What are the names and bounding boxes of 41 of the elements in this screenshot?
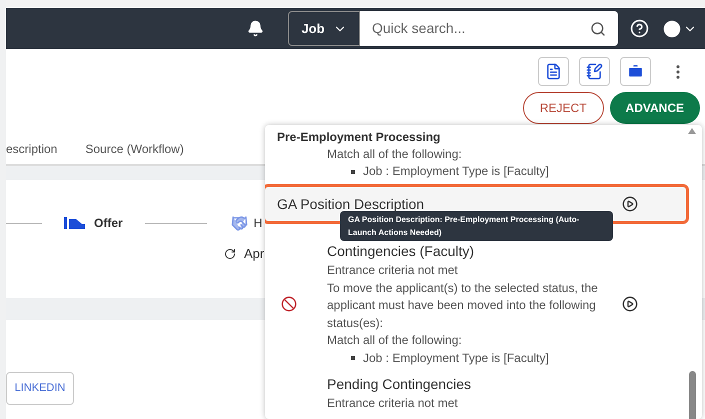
search-icon[interactable]	[590, 20, 606, 36]
briefcase-icon	[627, 63, 644, 80]
criteria-text: Job : Employment Type is [Faculty]	[363, 163, 549, 180]
search-input[interactable]: Quick search...	[372, 18, 590, 39]
tab[interactable]: Source (Workflow)	[85, 140, 184, 158]
reject-button[interactable]: REJECT	[522, 92, 604, 124]
document-icon	[545, 63, 562, 80]
linkedin-button[interactable]: LINKEDIN	[6, 372, 74, 405]
notification-bell-icon[interactable]	[247, 20, 264, 37]
criteria-text: Match all of the following:	[327, 146, 463, 163]
step-label: Offer	[94, 215, 123, 232]
date-text: Apr	[244, 245, 264, 264]
handshake-icon	[230, 214, 248, 232]
play-icon[interactable]	[622, 296, 638, 312]
status-title: GA Position Description	[277, 195, 426, 214]
section-heading: Pre-Employment Processing	[277, 129, 442, 146]
criteria-text: To move the applicant(s) to the selected status, the applicant must have been moved into the following status(es):	[327, 280, 599, 332]
search-scope-dropdown[interactable]: Job	[288, 11, 360, 46]
criteria-text: Job : Employment Type is [Faculty]	[363, 350, 549, 366]
notes-button[interactable]	[579, 57, 610, 86]
tooltip: GA Position Description: Pre-Employment Processing (Auto-Launch Actions Needed)	[340, 211, 613, 241]
bullet-icon	[351, 170, 355, 174]
user-avatar-icon[interactable]	[661, 18, 683, 40]
criteria-text: Entrance criteria not met	[327, 262, 459, 279]
step-label: H	[254, 215, 262, 232]
play-icon[interactable]	[622, 196, 638, 212]
status-title[interactable]: Pending Contingencies	[327, 373, 638, 395]
status-title[interactable]: Contingencies (Faculty)	[327, 240, 622, 262]
criteria-text: Match all of the following:	[327, 332, 463, 349]
scroll-up-icon[interactable]	[688, 128, 696, 134]
help-icon[interactable]	[630, 19, 649, 38]
document-button[interactable]	[538, 57, 569, 86]
tab[interactable]: escription	[6, 140, 58, 158]
notepad-icon	[586, 63, 603, 80]
scroll-thumb[interactable]	[689, 371, 696, 419]
advance-button[interactable]: ADVANCE	[610, 92, 700, 124]
offer-icon	[64, 216, 86, 230]
quick-search-field[interactable]: Quick search...	[360, 11, 618, 46]
briefcase-button[interactable]	[620, 57, 651, 86]
criteria-text: Entrance criteria not met	[327, 395, 459, 412]
bullet-icon	[351, 356, 355, 360]
